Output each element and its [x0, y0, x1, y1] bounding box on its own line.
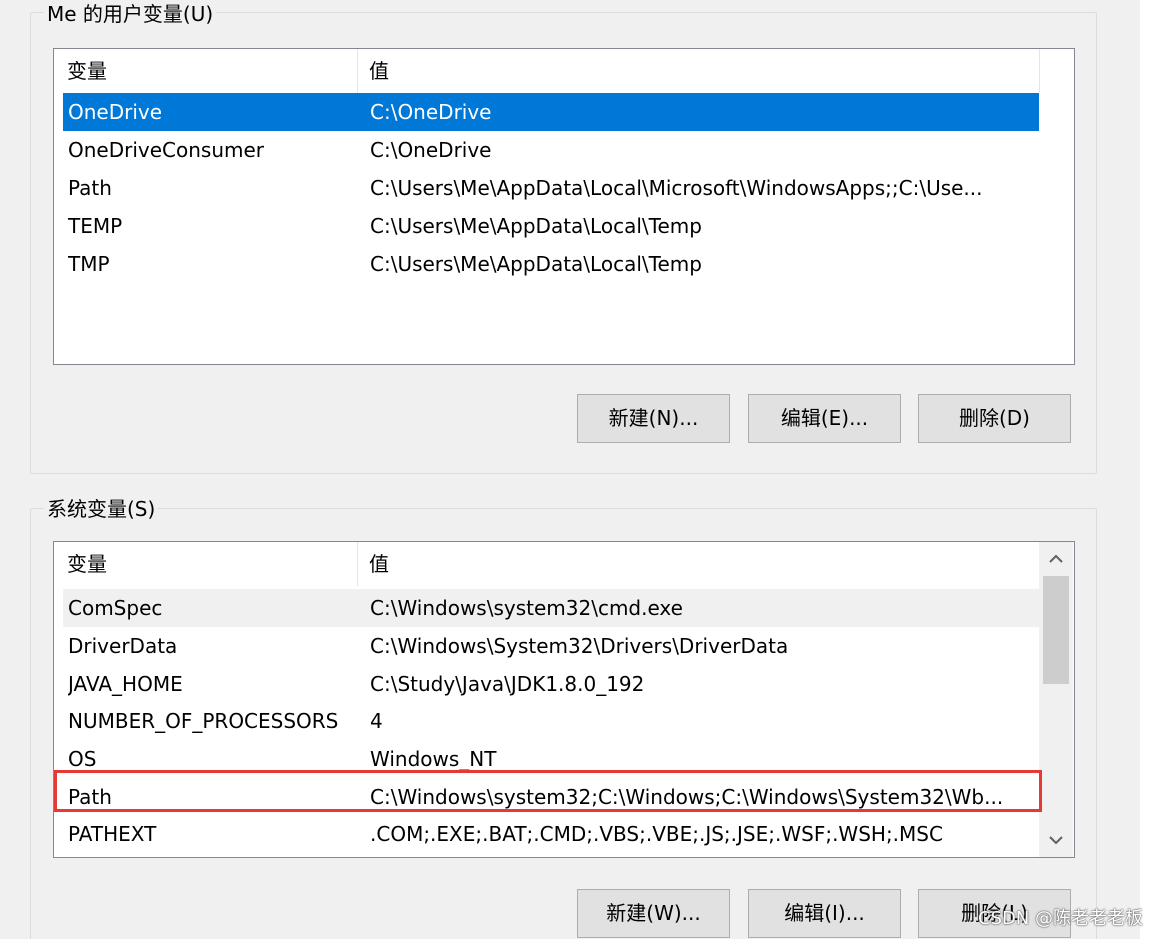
system-edit-button[interactable]: 编辑(I)...	[748, 889, 901, 938]
variable-name: OneDriveConsumer	[68, 138, 265, 162]
variable-value: C:\OneDrive	[370, 138, 492, 162]
system-list-scrollbar[interactable]	[1039, 542, 1073, 857]
system-row-driverdata[interactable]: DriverData C:\Windows\System32\Drivers\D…	[63, 627, 1039, 665]
system-new-button[interactable]: 新建(W)...	[577, 889, 730, 938]
variable-name: Path	[68, 176, 112, 200]
variable-name: JAVA_HOME	[68, 672, 183, 696]
system-row-pathext[interactable]: PATHEXT .COM;.EXE;.BAT;.CMD;.VBS;.VBE;.J…	[63, 815, 1039, 853]
system-row-os[interactable]: OS Windows_NT	[63, 740, 1039, 778]
chevron-down-icon[interactable]	[1039, 823, 1073, 857]
variable-name: NUMBER_OF_PROCESSORS	[68, 709, 339, 733]
system-row-java-home[interactable]: JAVA_HOME C:\Study\Java\JDK1.8.0_192	[63, 665, 1039, 703]
variable-value: C:\Users\Me\AppData\Local\Temp	[370, 252, 702, 276]
chevron-up-icon[interactable]	[1039, 542, 1073, 576]
column-header-variable[interactable]: 变量	[67, 542, 107, 586]
column-separator[interactable]	[357, 542, 358, 586]
column-header-value[interactable]: 值	[369, 49, 389, 93]
user-row-temp[interactable]: TEMP C:\Users\Me\AppData\Local\Temp	[63, 207, 1039, 245]
variable-value: 4	[370, 709, 383, 733]
variable-name: DriverData	[68, 634, 178, 658]
column-header-value[interactable]: 值	[369, 542, 389, 586]
variable-value: C:\Users\Me\AppData\Local\Microsoft\Wind…	[370, 176, 983, 200]
variable-value: C:\Users\Me\AppData\Local\Temp	[370, 214, 702, 238]
variable-name: OneDrive	[68, 100, 163, 124]
system-list-header: 变量 值	[54, 542, 1039, 586]
variable-value: C:\OneDrive	[370, 100, 492, 124]
variable-name: OS	[68, 747, 97, 771]
user-new-button[interactable]: 新建(N)...	[577, 394, 730, 443]
variable-value: C:\Windows\system32\cmd.exe	[370, 596, 683, 620]
user-list-header: 变量 值	[54, 49, 1072, 93]
variable-value: C:\Windows\system32;C:\Windows;C:\Window…	[370, 785, 1004, 809]
user-variables-list[interactable]: 变量 值 OneDrive C:\OneDrive OneDriveConsum…	[53, 48, 1075, 365]
user-variables-title: Me 的用户变量(U)	[44, 2, 217, 26]
variable-value: .COM;.EXE;.BAT;.CMD;.VBS;.VBE;.JS;.JSE;.…	[370, 822, 943, 846]
scrollbar-thumb[interactable]	[1043, 576, 1069, 684]
system-variables-list[interactable]: 变量 值 ComSpec C:\Windows\system32\cmd.exe…	[53, 541, 1075, 858]
column-header-variable[interactable]: 变量	[67, 49, 107, 93]
system-row-comspec[interactable]: ComSpec C:\Windows\system32\cmd.exe	[63, 589, 1039, 627]
variable-name: PATHEXT	[68, 822, 157, 846]
watermark: CSDN @陈老老老板	[978, 908, 1144, 929]
user-row-onedrive[interactable]: OneDrive C:\OneDrive	[63, 93, 1039, 131]
user-row-onedriveconsumer[interactable]: OneDriveConsumer C:\OneDrive	[63, 131, 1039, 169]
user-row-path[interactable]: Path C:\Users\Me\AppData\Local\Microsoft…	[63, 169, 1039, 207]
system-variables-title: 系统变量(S)	[44, 497, 159, 521]
variable-name: Path	[68, 785, 112, 809]
user-row-tmp[interactable]: TMP C:\Users\Me\AppData\Local\Temp	[63, 245, 1039, 283]
variable-value: C:\Study\Java\JDK1.8.0_192	[370, 672, 645, 696]
system-row-number-of-processors[interactable]: NUMBER_OF_PROCESSORS 4	[63, 702, 1039, 740]
user-edit-button[interactable]: 编辑(E)...	[748, 394, 901, 443]
variable-value: C:\Windows\System32\Drivers\DriverData	[370, 634, 789, 658]
variable-name: TMP	[68, 252, 110, 276]
variable-name: TEMP	[68, 214, 123, 238]
variable-value: Windows_NT	[370, 747, 497, 771]
column-separator[interactable]	[1039, 49, 1040, 93]
variable-name: ComSpec	[68, 596, 163, 620]
environment-variables-dialog: Me 的用户变量(U) 变量 值 OneDrive C:\OneDrive On…	[0, 0, 1165, 939]
user-delete-button[interactable]: 删除(D)	[918, 394, 1071, 443]
system-row-path[interactable]: Path C:\Windows\system32;C:\Windows;C:\W…	[63, 778, 1039, 816]
column-separator[interactable]	[357, 49, 358, 93]
